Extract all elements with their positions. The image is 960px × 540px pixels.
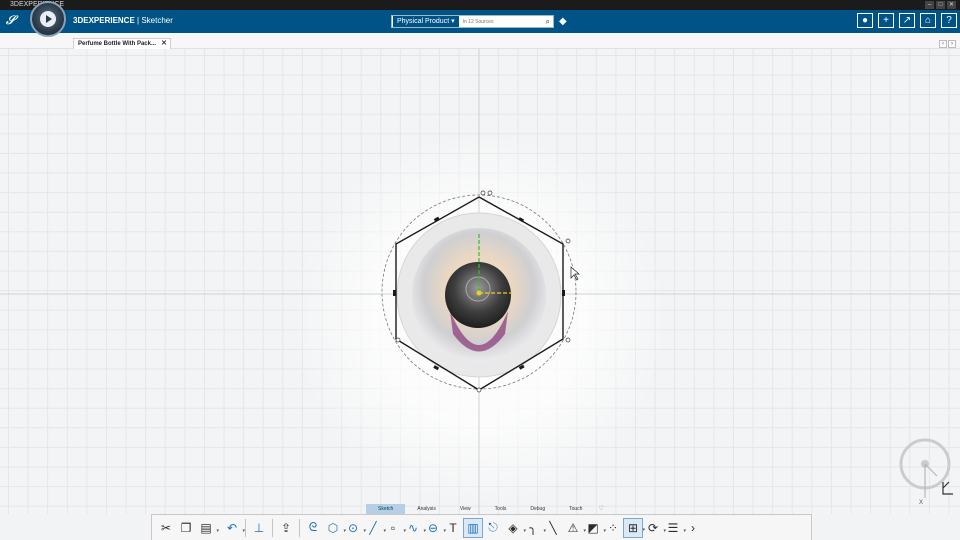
tab-view[interactable]: View [448, 504, 483, 514]
sketch-geometry [0, 49, 960, 514]
undo-icon[interactable]: ↶ ▾ [222, 518, 245, 538]
search-bar: Physical Product ▾ ⌕ [391, 15, 554, 28]
project-icon[interactable]: ⎋ [483, 518, 503, 538]
compass-widget[interactable] [30, 1, 66, 37]
document-tab[interactable]: Perfume Bottle With Pack... ✕ [73, 38, 171, 49]
close-tab-icon[interactable]: ✕ [161, 39, 167, 49]
tab-sketch[interactable]: Sketch [366, 504, 406, 514]
curve-icon[interactable]: ∿ ▾ [403, 518, 426, 538]
svg-text:X: X [919, 500, 923, 506]
origin-point[interactable] [476, 290, 482, 296]
tab-navigation: ‹ › [939, 40, 956, 48]
display-icon[interactable]: ☰ ▾ [663, 518, 686, 538]
dimension-icon[interactable]: ⊞ ▾ [623, 517, 645, 538]
search-input[interactable] [462, 16, 546, 27]
top-bar: 𝒮 3DEXPERIENCE | Sketcher Physical Produ… [0, 10, 960, 33]
offset-icon[interactable]: ◩ ▾ [583, 518, 606, 538]
mirror-icon[interactable]: ⚠ ▾ [563, 518, 586, 538]
play-icon[interactable] [40, 11, 56, 27]
spline-icon[interactable]: ᘓ [303, 518, 323, 538]
copy-icon[interactable]: ❐ [176, 518, 196, 538]
pattern-icon[interactable]: ⁘ [603, 518, 623, 538]
paste-icon[interactable]: ▤ ▾ [196, 518, 219, 538]
polygon-icon[interactable]: ⬡ ▾ [323, 518, 346, 538]
command-tabs: Sketch Analysis View Tools Debug Touch ♡ [366, 504, 608, 514]
document-tab-label: Perfume Bottle With Pack... [78, 41, 156, 47]
add-icon[interactable]: + [878, 13, 894, 28]
help-icon[interactable]: ? [941, 13, 957, 28]
cut-icon[interactable]: ✂ [156, 518, 176, 538]
search-icon[interactable]: ⌕ [546, 17, 550, 27]
os-title-bar: 3DEXPERIENCE – □ ✕ [0, 0, 960, 10]
home-icon[interactable]: ⌂ [920, 13, 936, 28]
sketch-canvas[interactable] [0, 49, 960, 514]
ds-logo-icon[interactable]: 𝒮 [6, 13, 26, 30]
header-actions: ● + ↗ ⌂ ? [857, 13, 957, 28]
document-tab-bar: Perfume Bottle With Pack... ✕ ‹ › [0, 33, 960, 49]
tabs-expand-icon[interactable]: ♡ [594, 504, 607, 514]
constraint-icon[interactable]: ▥ [463, 517, 483, 538]
app-name: Sketcher [141, 16, 173, 25]
chamfer-icon[interactable]: ╲ [543, 518, 563, 538]
tab-prev-icon[interactable]: ‹ [939, 40, 947, 48]
export-icon[interactable]: ⇪ [276, 518, 296, 538]
user-icon[interactable]: ● [857, 13, 873, 28]
search-scope-dropdown[interactable]: Physical Product ▾ [393, 16, 459, 27]
text-icon[interactable]: T [443, 518, 463, 538]
share-icon[interactable]: ↗ [899, 13, 915, 28]
trim-icon[interactable]: ◈ ▾ [503, 518, 526, 538]
title-separator: | [137, 16, 140, 25]
compass-icon[interactable]: ⊥ [249, 518, 269, 538]
tag-icon[interactable]: ◆ [559, 16, 567, 27]
tab-touch[interactable]: Touch [557, 504, 594, 514]
brand-label: 3DEXPERIENCE [73, 16, 135, 25]
minimize-icon[interactable]: – [925, 1, 934, 9]
line-icon[interactable]: ╱ ▾ [363, 518, 386, 538]
close-icon[interactable]: ✕ [947, 1, 956, 9]
maximize-icon[interactable]: □ [936, 1, 945, 9]
action-bar: ✂ ❐ ▤ ▾ ↶ ▾ ⊥ ⇪ ᘓ ⬡ ▾ ⊙ ▾ ╱ ▾ ▫ ▾ ∿ ▾ ⊖ ▾ T ▥ ⎋ … [151, 514, 812, 540]
slot-icon[interactable]: ⊖ ▾ [423, 518, 446, 538]
window-controls: – □ ✕ [925, 1, 956, 9]
tab-next-icon[interactable]: › [948, 40, 956, 48]
circle-icon[interactable]: ⊙ ▾ [343, 518, 366, 538]
app-title: 3DEXPERIENCE | Sketcher [73, 16, 173, 25]
mouse-cursor [570, 266, 580, 281]
tab-analysis[interactable]: Analysis [405, 504, 448, 514]
transform-icon[interactable]: ⟳ ▾ [643, 518, 666, 538]
tab-tools[interactable]: Tools [483, 504, 519, 514]
next-icon[interactable]: › [683, 518, 703, 538]
view-compass[interactable]: X [895, 436, 955, 506]
tab-debug[interactable]: Debug [518, 504, 557, 514]
corner-icon[interactable]: ╮ ▾ [523, 518, 546, 538]
point-icon[interactable]: ▫ ▾ [383, 518, 406, 538]
